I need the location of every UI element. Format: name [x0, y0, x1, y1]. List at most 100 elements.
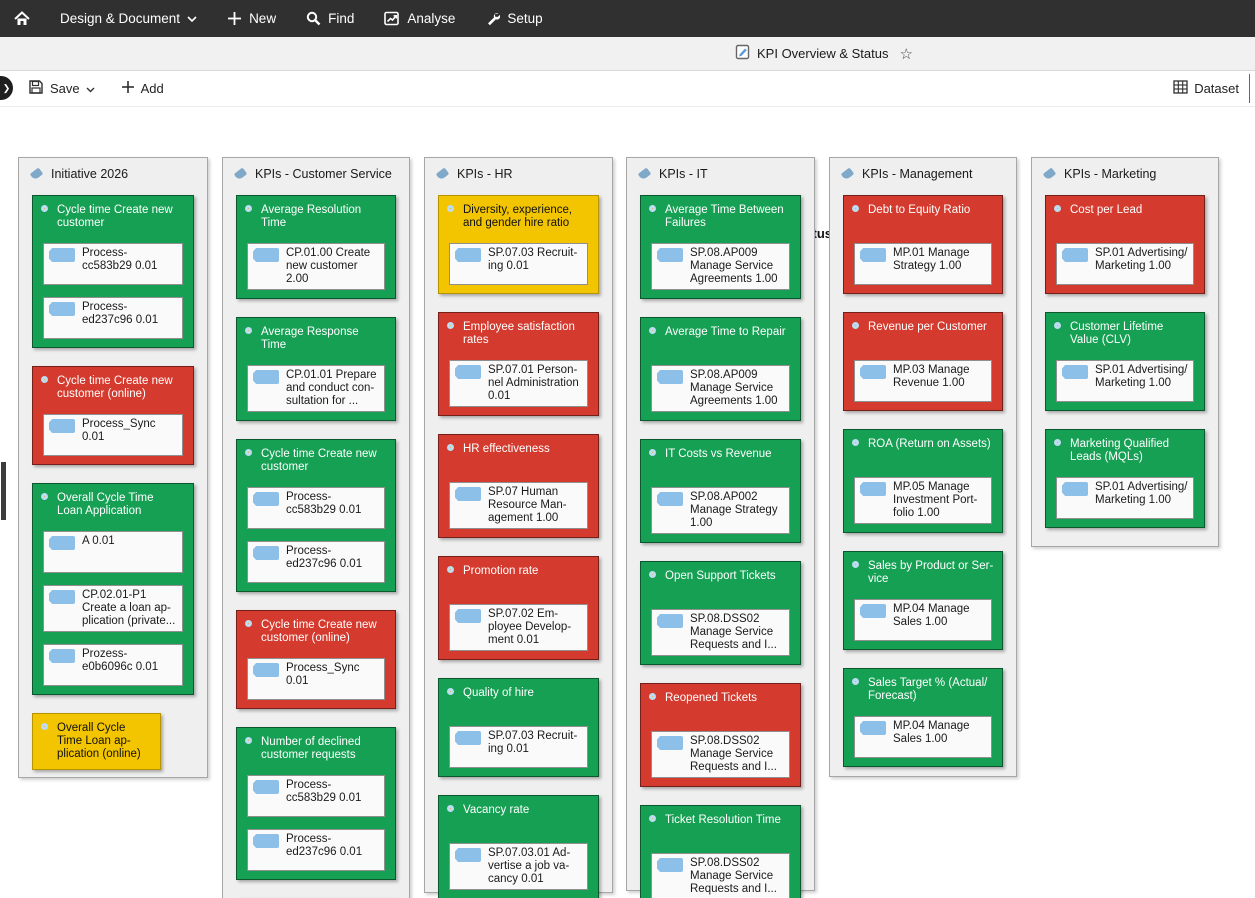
kpi-card-red[interactable]: Debt to Equity RatioMP.01 Manage Strateg…	[843, 195, 1003, 294]
kpi-card-red[interactable]: Cycle time Create new customer (online)P…	[236, 610, 396, 709]
kpi-card-red[interactable]: HR effectivenessSP.07 Human Resource Man…	[438, 434, 599, 538]
kpi-card-green[interactable]: Customer Lifetime Value (CLV)SP.01 Adver…	[1045, 312, 1205, 411]
process-ref[interactable]: Process_Sync 0.01	[247, 658, 385, 700]
process-ref-label: SP.07.01 Person- nel Administration 0.01	[488, 364, 579, 403]
process-ref[interactable]: SP.01 Advertising/ Marketing 1.00	[1056, 360, 1194, 402]
process-ref[interactable]: SP.08.DSS02 Manage Service Requests and …	[651, 609, 790, 656]
process-ref[interactable]: MP.05 Manage Investment Port- folio 1.00	[854, 477, 992, 524]
kpi-status-icon	[245, 737, 252, 744]
process-ref[interactable]: SP.07.01 Person- nel Administration 0.01	[449, 360, 588, 407]
process-ref[interactable]: MP.03 Manage Revenue 1.00	[854, 360, 992, 402]
kpi-card-red[interactable]: Reopened TicketsSP.08.DSS02 Manage Servi…	[640, 683, 801, 787]
process-ref[interactable]: SP.07.03 Recruit- ing 0.01	[449, 726, 588, 768]
process-icon	[253, 834, 279, 848]
kpi-card-green[interactable]: Average Response Time CP.01.01 Prepare an…	[236, 317, 396, 421]
kpi-card-red[interactable]: Cost per LeadSP.01 Advertising/ Marketin…	[1045, 195, 1205, 294]
kpi-card-green[interactable]: Cycle time Create new customerProcess- c…	[236, 439, 396, 592]
kpi-card-green[interactable]: Marketing Qualified Leads (MQLs)SP.01 Ad…	[1045, 429, 1205, 528]
process-ref[interactable]: SP.07.02 Em- ployee Develop- ment 0.01	[449, 604, 588, 651]
process-ref[interactable]: MP.04 Manage Sales 1.00	[854, 716, 992, 758]
menu-analyse-label: Analyse	[407, 11, 455, 26]
menu-design-document[interactable]: Design & Document	[60, 11, 197, 26]
process-ref[interactable]: Process- cc583b29 0.01	[247, 487, 385, 529]
menu-new[interactable]: New	[227, 11, 276, 26]
star-outline-icon[interactable]: ☆	[900, 45, 913, 63]
process-ref[interactable]: Process- ed237c96 0.01	[247, 541, 385, 583]
process-ref[interactable]: SP.08.AP009 Manage Service Agreements 1.…	[651, 243, 790, 290]
process-ref[interactable]: SP.08.AP002 Manage Strategy 1.00	[651, 487, 790, 534]
kpi-card-green[interactable]: Sales Target % (Actual/ Forecast)MP.04 M…	[843, 668, 1003, 767]
process-ref[interactable]: Prozess- e0b6096c 0.01	[43, 644, 183, 686]
kpi-group[interactable]: KPIs - Customer ServiceAverage Resolutio…	[222, 157, 410, 898]
kpi-card-green[interactable]: Cycle time Create new customerProcess- c…	[32, 195, 194, 348]
process-ref[interactable]: Process_Sync 0.01	[43, 414, 183, 456]
kpi-status-icon	[447, 205, 454, 212]
kpi-card-title: Diversity, experience, and gender hire r…	[463, 204, 572, 231]
panel-resize-handle[interactable]	[1, 462, 6, 520]
menu-analyse[interactable]: Analyse	[384, 11, 455, 26]
kpi-card-red[interactable]: Promotion rateSP.07.02 Em- ployee Develo…	[438, 556, 599, 660]
process-ref[interactable]: SP.08.DSS02 Manage Service Requests and …	[651, 731, 790, 778]
kpi-card-title: Average Time Between Failures	[665, 204, 784, 231]
process-icon	[860, 604, 886, 618]
kpi-card-yellow[interactable]: Overall Cycle Time Loan ap- plication (o…	[32, 713, 161, 770]
kpi-card-green[interactable]: ROA (Return on Assets)MP.05 Manage Inves…	[843, 429, 1003, 533]
kpi-group[interactable]: KPIs - ITAverage Time Between FailuresSP…	[626, 157, 815, 891]
kpi-card-green[interactable]: Average Time Between Failures SP.08.AP009…	[640, 195, 801, 299]
kpi-card-green[interactable]: Average Time to RepairSP.08.AP009 Manage…	[640, 317, 801, 421]
add-button[interactable]: Add	[121, 80, 164, 97]
process-ref[interactable]: MP.01 Manage Strategy 1.00	[854, 243, 992, 285]
kpi-card-green[interactable]: Vacancy rateSP.07.03.01 Ad- vertise a jo…	[438, 795, 599, 898]
process-ref[interactable]: A 0.01	[43, 531, 183, 573]
kpi-group[interactable]: Initiative 2026Cycle time Create new cus…	[18, 157, 208, 778]
save-button[interactable]: Save	[28, 79, 95, 98]
kpi-status-icon	[852, 678, 859, 685]
process-ref[interactable]: Process- ed237c96 0.01	[247, 829, 385, 871]
kpi-card-green[interactable]: Quality of hireSP.07.03 Recruit- ing 0.0…	[438, 678, 599, 777]
kpi-card-green[interactable]: Sales by Product or Ser- viceMP.04 Manag…	[843, 551, 1003, 650]
kpi-group[interactable]: KPIs - ManagementDebt to Equity RatioMP.…	[829, 157, 1017, 777]
process-ref[interactable]: Process- cc583b29 0.01	[247, 775, 385, 817]
tab-kpi-overview[interactable]: KPI Overview & Status ☆	[735, 37, 913, 70]
dataset-button[interactable]: Dataset	[1173, 80, 1239, 97]
process-icon	[455, 248, 481, 262]
kpi-card-green[interactable]: Overall Cycle Time Loan ApplicationA 0.0…	[32, 483, 194, 695]
kpi-card-green[interactable]: Number of declined customer requestsProc…	[236, 727, 396, 880]
home-button[interactable]	[14, 11, 30, 26]
kpi-status-icon	[447, 805, 454, 812]
process-ref[interactable]: SP.01 Advertising/ Marketing 1.00	[1056, 243, 1194, 285]
kpi-card-red[interactable]: Revenue per CustomerMP.03 Manage Revenue…	[843, 312, 1003, 411]
process-ref-label: SP.01 Advertising/ Marketing 1.00	[1095, 481, 1188, 515]
kpi-status-icon	[41, 376, 48, 383]
kpi-group[interactable]: KPIs - MarketingCost per LeadSP.01 Adver…	[1031, 157, 1219, 547]
process-ref[interactable]: CP.02.01-P1 Create a loan ap- plication …	[43, 585, 183, 632]
process-ref[interactable]: MP.04 Manage Sales 1.00	[854, 599, 992, 641]
process-ref[interactable]: SP.07.03.01 Ad- vertise a job va- cancy …	[449, 843, 588, 890]
dataset-grid-icon	[1173, 80, 1188, 97]
kpi-card-red[interactable]: Cycle time Create new customer (online)P…	[32, 366, 194, 465]
kpi-card-green[interactable]: Ticket Resolution TimeSP.08.DSS02 Manage…	[640, 805, 801, 898]
process-ref[interactable]: CP.01.01 Prepare and conduct con- sultat…	[247, 365, 385, 412]
process-ref[interactable]: SP.08.DSS02 Manage Service Requests and …	[651, 853, 790, 898]
process-ref[interactable]: SP.07 Human Resource Man- agement 1.00	[449, 482, 588, 529]
kpi-group[interactable]: KPIs - HRDiversity, experience, and gend…	[424, 157, 613, 893]
process-icon	[860, 721, 886, 735]
kpi-status-icon	[447, 688, 454, 695]
kpi-card-green[interactable]: Average Resolution TimeCP.01.00 Create n…	[236, 195, 396, 299]
kpi-card-green[interactable]: IT Costs vs RevenueSP.08.AP002 Manage St…	[640, 439, 801, 543]
process-icon	[657, 614, 683, 628]
process-ref-label: MP.04 Manage Sales 1.00	[893, 720, 970, 754]
menu-setup[interactable]: Setup	[485, 11, 542, 26]
menu-find[interactable]: Find	[306, 11, 354, 26]
kpi-card-red[interactable]: Employee satisfaction ratesSP.07.01 Pers…	[438, 312, 599, 416]
process-ref[interactable]: SP.08.AP009 Manage Service Agreements 1.…	[651, 365, 790, 412]
kpi-card-title: Average Response Time	[261, 326, 359, 353]
process-ref[interactable]: CP.01.00 Create new customer 2.00	[247, 243, 385, 290]
process-ref[interactable]: Process- ed237c96 0.01	[43, 297, 183, 339]
kpi-card-green[interactable]: Open Support TicketsSP.08.DSS02 Manage S…	[640, 561, 801, 665]
kpi-card-yellow[interactable]: Diversity, experience, and gender hire r…	[438, 195, 599, 294]
process-ref[interactable]: SP.07.03 Recruit- ing 0.01	[449, 243, 588, 285]
home-icon	[14, 11, 30, 26]
process-ref[interactable]: Process- cc583b29 0.01	[43, 243, 183, 285]
process-ref[interactable]: SP.01 Advertising/ Marketing 1.00	[1056, 477, 1194, 519]
